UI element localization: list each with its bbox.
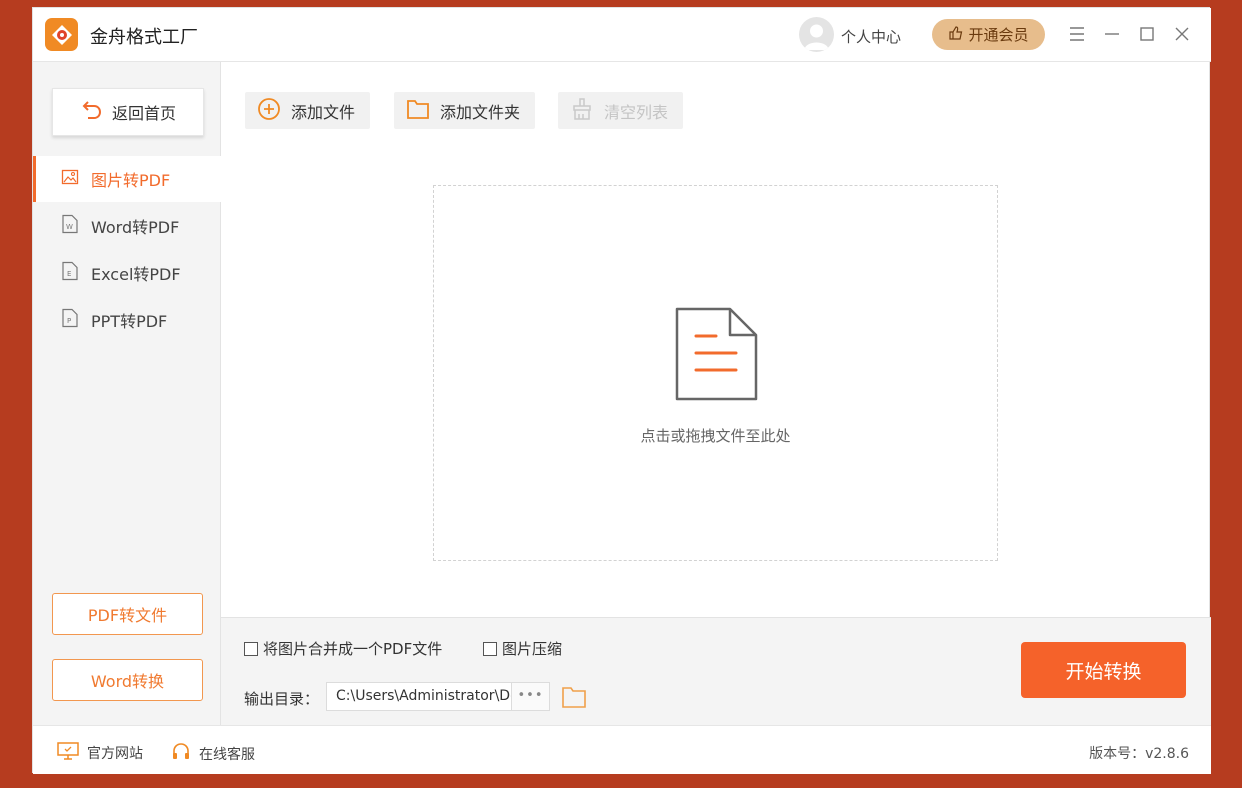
merge-pdf-label: 将图片合并成一个PDF文件 — [263, 640, 443, 658]
file-drop-zone[interactable]: 点击或拖拽文件至此处 — [433, 185, 998, 561]
compress-image-label: 图片压缩 — [502, 640, 563, 658]
add-file-button[interactable]: 添加文件 — [245, 92, 370, 129]
app-logo-icon — [45, 18, 78, 51]
back-home-button[interactable]: 返回首页 — [52, 88, 204, 136]
add-file-label: 添加文件 — [291, 102, 356, 122]
output-dir-label: 输出目录： — [244, 690, 320, 708]
sidebar: 返回首页 图片转PDF W Word转PDF E Excel转PDF P PPT… — [33, 62, 221, 725]
sidebar-item-word-to-pdf[interactable]: W Word转PDF — [33, 203, 221, 249]
minimize-icon[interactable] — [1100, 22, 1124, 46]
checkbox-box[interactable] — [483, 641, 497, 656]
svg-text:W: W — [66, 223, 73, 231]
version-label: 版本号：v2.8.6 — [1089, 746, 1189, 762]
open-folder-icon[interactable] — [561, 684, 587, 710]
monitor-icon — [57, 742, 79, 764]
output-dir-field[interactable]: C:\Users\Administrator\Desktop — [326, 682, 512, 711]
start-convert-button[interactable]: 开始转换 — [1021, 642, 1186, 698]
menu-icon[interactable] — [1065, 22, 1089, 46]
browse-more-button[interactable]: ••• — [512, 682, 550, 711]
plus-circle-icon — [257, 97, 281, 125]
sidebar-item-label: PPT转PDF — [91, 312, 168, 331]
word-convert-button[interactable]: Word转换 — [52, 659, 203, 701]
maximize-icon[interactable] — [1135, 22, 1159, 46]
image-file-icon — [61, 168, 79, 190]
add-folder-button[interactable]: 添加文件夹 — [394, 92, 535, 129]
app-window: 金舟格式工厂 个人中心 开通会员 返回首页 图片转PDF W Word转PDF … — [32, 7, 1211, 774]
online-support-label: 在线客服 — [199, 747, 255, 763]
title-bar: 金舟格式工厂 个人中心 开通会员 — [33, 8, 1211, 62]
excel-file-icon: E — [61, 261, 79, 285]
word-file-icon: W — [61, 214, 79, 238]
clear-list-label: 清空列表 — [604, 102, 669, 122]
checkbox-box[interactable] — [244, 641, 258, 656]
broom-icon — [570, 97, 594, 125]
compress-image-checkbox[interactable]: 图片压缩 — [483, 638, 562, 659]
sidebar-item-image-to-pdf[interactable]: 图片转PDF — [33, 156, 221, 202]
folder-icon — [406, 97, 430, 125]
back-arrow-icon — [80, 98, 104, 126]
clear-list-button[interactable]: 清空列表 — [558, 92, 683, 129]
svg-text:P: P — [67, 317, 71, 325]
vip-button[interactable]: 开通会员 — [932, 19, 1045, 50]
merge-pdf-checkbox[interactable]: 将图片合并成一个PDF文件 — [244, 638, 442, 659]
document-icon — [674, 306, 760, 406]
back-home-label: 返回首页 — [111, 104, 176, 123]
app-title: 金舟格式工厂 — [90, 27, 198, 48]
pdf-to-file-button[interactable]: PDF转文件 — [52, 593, 203, 635]
thumb-up-icon — [948, 25, 964, 45]
sidebar-item-label: 图片转PDF — [91, 171, 171, 190]
official-website-label: 官方网站 — [87, 746, 143, 762]
close-icon[interactable] — [1170, 22, 1194, 46]
sidebar-item-ppt-to-pdf[interactable]: P PPT转PDF — [33, 297, 221, 343]
drop-zone-hint: 点击或拖拽文件至此处 — [640, 427, 791, 445]
ppt-file-icon: P — [61, 308, 79, 332]
sidebar-item-label: Word转PDF — [91, 218, 180, 237]
sidebar-item-excel-to-pdf[interactable]: E Excel转PDF — [33, 250, 221, 296]
add-folder-label: 添加文件夹 — [440, 102, 521, 122]
headset-icon — [171, 742, 191, 766]
user-center-link[interactable]: 个人中心 — [841, 26, 901, 47]
vip-button-label: 开通会员 — [968, 26, 1029, 44]
footer: 官方网站 在线客服 版本号：v2.8.6 — [33, 725, 1211, 774]
svg-text:E: E — [67, 270, 71, 278]
user-avatar[interactable] — [799, 17, 834, 52]
official-website-link[interactable]: 官方网站 — [57, 742, 143, 764]
online-support-link[interactable]: 在线客服 — [171, 742, 255, 766]
sidebar-item-label: Excel转PDF — [91, 265, 181, 284]
options-panel: 将图片合并成一个PDF文件 图片压缩 输出目录： C:\Users\Admini… — [221, 617, 1211, 725]
